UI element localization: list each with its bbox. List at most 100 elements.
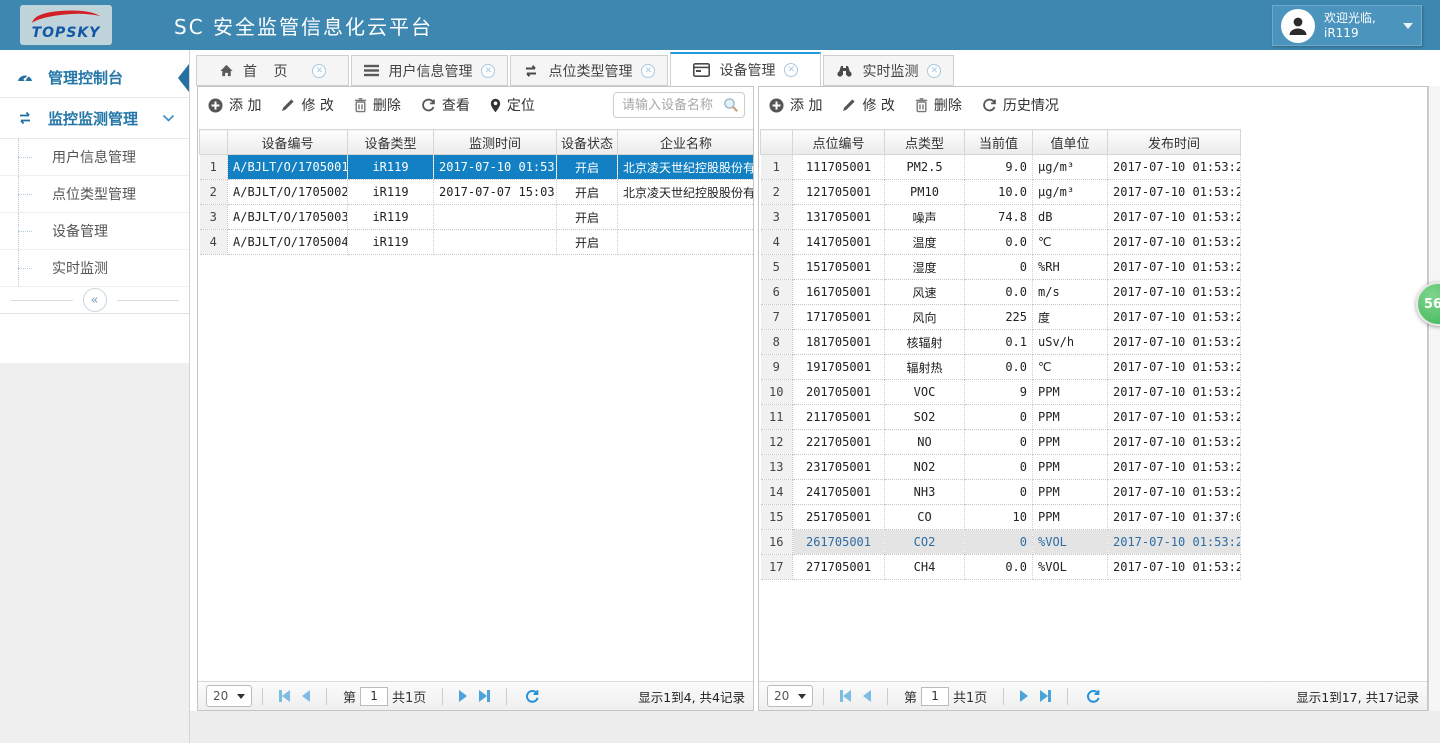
prev-page-button[interactable]	[863, 690, 871, 702]
table-row[interactable]: 11211705001SO20PPM2017-07-10 01:53:22	[761, 405, 1241, 430]
collapse-left-icon[interactable]: «	[83, 288, 107, 312]
table-row[interactable]: 10201705001VOC9PPM2017-07-10 01:53:22	[761, 380, 1241, 405]
column-header[interactable]: 设备状态	[557, 130, 618, 155]
button-label: 删除	[373, 95, 401, 115]
table-row[interactable]: 14241705001NH30PPM2017-07-10 01:53:21	[761, 480, 1241, 505]
sidebar-item-device-mgmt[interactable]: 设备管理	[0, 213, 189, 250]
row-number: 9	[761, 355, 793, 380]
table-row[interactable]: 16261705001CO20%VOL2017-07-10 01:53:22	[761, 530, 1241, 555]
cell: 0.0	[965, 355, 1033, 380]
table-row[interactable]: 1A/BJLT/O/1705001iR1192017-07-10 01:53:2…	[200, 155, 754, 180]
column-header[interactable]: 发布时间	[1108, 130, 1241, 155]
table-row[interactable]: 7171705001风向225度2017-07-10 01:53:21	[761, 305, 1241, 330]
close-icon[interactable]: ✕	[641, 64, 655, 78]
column-header[interactable]: 设备编号	[228, 130, 348, 155]
column-header[interactable]: 当前值	[965, 130, 1033, 155]
table-row[interactable]: 3131705001噪声74.8dB2017-07-10 01:53:22	[761, 205, 1241, 230]
last-page-button[interactable]	[479, 690, 490, 702]
table-row[interactable]: 6161705001风速0.0m/s2017-07-10 01:53:21	[761, 280, 1241, 305]
close-icon[interactable]: ✕	[481, 64, 495, 78]
welcome-line1: 欢迎光临,	[1324, 11, 1399, 26]
page-size-select[interactable]: 20	[206, 685, 252, 707]
next-page-button[interactable]	[1020, 690, 1028, 702]
row-number: 8	[761, 330, 793, 355]
search-icon[interactable]	[723, 97, 739, 117]
sidebar-item-point-type[interactable]: 点位类型管理	[0, 176, 189, 213]
cell: 开启	[557, 180, 618, 205]
table-row[interactable]: 17271705001CH40.0%VOL2017-07-10 01:53:21	[761, 555, 1241, 580]
sidebar-item-realtime[interactable]: 实时监测	[0, 250, 189, 287]
page-input[interactable]	[921, 687, 949, 706]
table-row[interactable]: 5151705001湿度0%RH2017-07-10 01:53:22	[761, 255, 1241, 280]
cell: 开启	[557, 230, 618, 255]
cell: 74.8	[965, 205, 1033, 230]
row-number: 3	[761, 205, 793, 230]
close-icon[interactable]: ✕	[312, 64, 326, 78]
cell: 2017-07-10 01:53:21	[1108, 480, 1241, 505]
table-row[interactable]: 2121705001PM1010.0μg/m³2017-07-10 01:53:…	[761, 180, 1241, 205]
binoculars-icon	[836, 64, 853, 77]
tab-point-type[interactable]: 点位类型管理 ✕	[510, 55, 668, 86]
pencil-icon	[281, 98, 295, 112]
logo-swoosh-icon	[26, 9, 106, 25]
delete-button[interactable]: 删除	[354, 95, 401, 115]
cell: 0.0	[965, 230, 1033, 255]
sidebar-collapse-button[interactable]: «	[0, 287, 189, 314]
tab-device-mgmt[interactable]: 设备管理 ✕	[670, 52, 821, 86]
collapsed-east-panel[interactable]	[1428, 86, 1440, 711]
sidebar-item-monitor-mgmt[interactable]: 监控监测管理	[0, 98, 189, 139]
locate-button[interactable]: 定位	[490, 95, 535, 115]
sidebar-item-dashboard[interactable]: 管理控制台	[0, 57, 189, 98]
table-row[interactable]: 8181705001核辐射0.1uSv/h2017-07-10 01:53:21	[761, 330, 1241, 355]
table-row[interactable]: 4141705001温度0.0℃2017-07-10 01:53:22	[761, 230, 1241, 255]
add-button[interactable]: 添 加	[208, 95, 261, 115]
close-icon[interactable]: ✕	[927, 64, 941, 78]
table-row[interactable]: 1111705001PM2.59.0μg/m³2017-07-10 01:53:…	[761, 155, 1241, 180]
divider	[326, 688, 327, 705]
chevron-down-icon[interactable]	[162, 114, 175, 123]
cell: 2017-07-07 15:03:05	[434, 180, 557, 205]
caret-down-icon[interactable]	[1403, 23, 1413, 29]
first-page-button[interactable]	[840, 690, 851, 702]
table-row[interactable]: 12221705001NO0PPM2017-07-10 01:53:21	[761, 430, 1241, 455]
column-header[interactable]: 企业名称	[618, 130, 754, 155]
cell: 2017-07-10 01:53:22	[1108, 255, 1241, 280]
tab-user-info[interactable]: 用户信息管理 ✕	[351, 55, 508, 86]
column-header[interactable]: 点位编号	[793, 130, 885, 155]
tab-realtime[interactable]: 实时监测 ✕	[823, 55, 954, 86]
first-page-button[interactable]	[279, 690, 290, 702]
page-size-value: 20	[774, 689, 789, 703]
page-size-select[interactable]: 20	[767, 685, 813, 707]
next-page-button[interactable]	[459, 690, 467, 702]
history-button[interactable]: 历史情况	[982, 95, 1059, 115]
prev-page-button[interactable]	[302, 690, 310, 702]
column-header[interactable]: 设备类型	[348, 130, 434, 155]
table-row[interactable]: 13231705001NO20PPM2017-07-10 01:53:22	[761, 455, 1241, 480]
sidebar-item-user-info[interactable]: 用户信息管理	[0, 139, 189, 176]
reload-icon[interactable]	[1086, 689, 1101, 704]
table-row[interactable]: 15251705001CO10PPM2017-07-10 01:37:01	[761, 505, 1241, 530]
caret-down-icon	[237, 694, 245, 699]
add-button[interactable]: 添 加	[769, 95, 822, 115]
column-header[interactable]: 监测时间	[434, 130, 557, 155]
edit-button[interactable]: 修 改	[842, 95, 894, 115]
page-input[interactable]	[360, 687, 388, 706]
page-prefix: 第	[343, 687, 356, 706]
reload-icon[interactable]	[525, 689, 540, 704]
delete-button[interactable]: 删除	[915, 95, 962, 115]
table-row[interactable]: 4A/BJLT/O/1705004iR119开启	[200, 230, 754, 255]
cell: 2017-07-10 01:53:22	[1108, 230, 1241, 255]
column-header[interactable]: 点类型	[885, 130, 965, 155]
close-icon[interactable]: ✕	[784, 63, 798, 77]
header-blank	[761, 130, 793, 155]
table-row[interactable]: 3A/BJLT/O/1705003iR119开启	[200, 205, 754, 230]
column-header[interactable]: 值单位	[1033, 130, 1108, 155]
tab-home[interactable]: 首 页 ✕	[196, 55, 349, 86]
edit-button[interactable]: 修 改	[281, 95, 333, 115]
last-page-button[interactable]	[1040, 690, 1051, 702]
user-menu[interactable]: 欢迎光临, iR119	[1272, 5, 1422, 46]
table-row[interactable]: 9191705001辐射热0.0℃2017-07-10 01:53:21	[761, 355, 1241, 380]
table-row[interactable]: 2A/BJLT/O/1705002iR1192017-07-07 15:03:0…	[200, 180, 754, 205]
cell: 225	[965, 305, 1033, 330]
view-button[interactable]: 查看	[421, 95, 470, 115]
